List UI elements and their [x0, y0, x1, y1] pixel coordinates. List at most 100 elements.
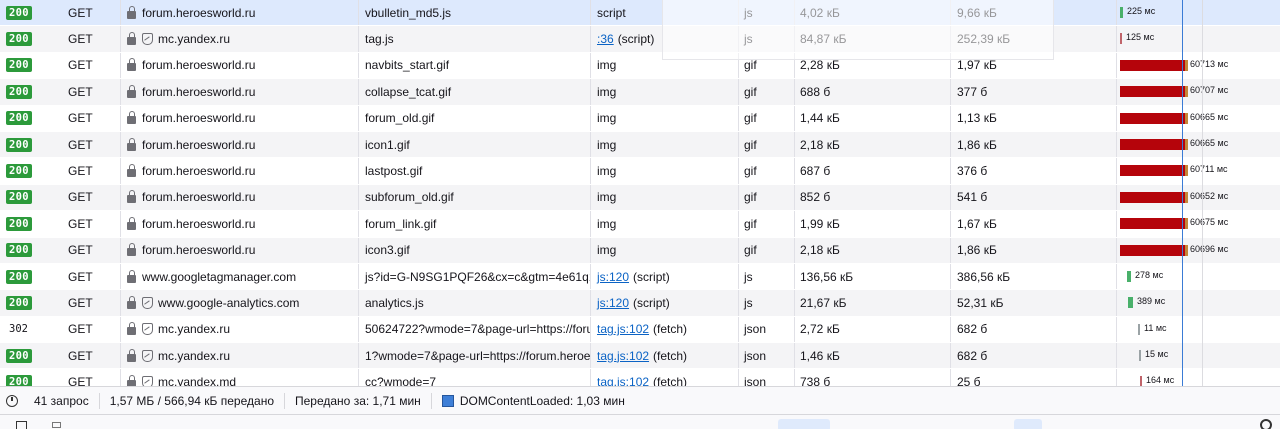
domain-cell: mc.yandex.ru: [120, 343, 358, 369]
transferred: 1,46 кБ: [800, 348, 840, 363]
request-row[interactable]: 200 GET mc.yandex.ru 1?wmode=7&page-url=htt…: [0, 343, 1280, 370]
size: 1,97 кБ: [957, 58, 997, 73]
status-code: 200: [6, 84, 32, 99]
waterfall-blocked-bar: [1120, 59, 1185, 71]
request-row[interactable]: 200 GET forum.heroesworld.ru icon3.gif img gi…: [0, 237, 1280, 264]
size: 682 б: [957, 322, 988, 337]
method: GET: [68, 58, 93, 73]
size-cell: 682 б: [950, 343, 1116, 369]
size: 52,31 кБ: [957, 295, 1004, 310]
initiator-cell: tag.js:102 (fetch): [590, 316, 738, 343]
method: GET: [68, 84, 93, 99]
stopwatch-icon[interactable]: [6, 395, 18, 407]
method-cell: GET: [68, 79, 118, 104]
domain-cell: forum.heroesworld.ru: [120, 79, 358, 105]
waterfall-wait-bar: [1185, 165, 1188, 177]
lock-icon: [127, 295, 136, 309]
waterfall-blocked-bar: [1120, 112, 1185, 124]
waterfall-blocked-bar: [1120, 138, 1185, 150]
domain-cell: forum.heroesworld.ru: [120, 52, 358, 79]
request-row[interactable]: 200 GET forum.heroesworld.ru subforum_old.g…: [0, 184, 1280, 212]
transferred: 2,18 кБ: [800, 137, 840, 152]
type-cell: gif: [738, 158, 794, 184]
size-cell: 376 б: [950, 158, 1116, 184]
file-cell: subforum_old.gif: [358, 184, 590, 211]
waterfall-bar: [1127, 270, 1131, 282]
file-cell: icon3.gif: [358, 237, 590, 263]
type-cell: gif: [738, 211, 794, 237]
method: GET: [68, 269, 93, 284]
initiator-cell: img: [590, 105, 738, 131]
content-type: gif: [744, 58, 757, 73]
method: GET: [68, 243, 93, 258]
waterfall-blocked-bar: [1120, 191, 1185, 203]
file-name: tag.js: [365, 32, 394, 47]
timing-label: 60711 мс: [1190, 164, 1228, 175]
timing-label: 225 мс: [1127, 6, 1156, 16]
initiator-type: img: [597, 137, 617, 152]
initiator-link[interactable]: js:120: [597, 270, 629, 284]
initiator-link[interactable]: tag.js:102: [597, 322, 649, 336]
waterfall-cell: 225 мс: [1116, 0, 1280, 26]
status-cell: 200: [6, 238, 46, 263]
initiator-link[interactable]: js:120: [597, 296, 629, 310]
request-row[interactable]: 200 GET www.google-analytics.com analytics.…: [0, 290, 1280, 317]
initiator-type: img: [597, 216, 617, 231]
method-cell: GET: [68, 211, 118, 236]
content-type: js: [744, 295, 753, 310]
timing-label: 60665 мс: [1190, 111, 1229, 122]
request-row[interactable]: 200 GET forum.heroesworld.ru navbits_start.…: [0, 52, 1280, 80]
request-row[interactable]: 200 GET forum.heroesworld.ru lastpost.gif im…: [0, 158, 1280, 185]
type-cell: json: [738, 343, 794, 369]
status-code: 200: [6, 164, 32, 179]
size: 541 б: [957, 190, 988, 205]
domain: www.googletagmanager.com: [142, 269, 297, 284]
filter-icon[interactable]: [52, 422, 61, 428]
domain-cell: forum.heroesworld.ru: [120, 237, 358, 263]
transferred-cell: 852 б: [794, 184, 950, 211]
request-row[interactable]: 200 GET forum.heroesworld.ru forum_link.gif…: [0, 211, 1280, 238]
method: GET: [68, 216, 93, 231]
transferred-cell: 21,67 кБ: [794, 290, 950, 316]
method: GET: [68, 190, 93, 205]
file-cell: collapse_tcat.gif: [358, 79, 590, 105]
transferred-cell: 136,56 кБ: [794, 263, 950, 290]
timing-label: 15 мс: [1145, 349, 1169, 360]
domain-cell: forum.heroesworld.ru: [120, 0, 358, 26]
initiator-link[interactable]: tag.js:102: [597, 349, 649, 363]
waterfall-bar: [1120, 7, 1123, 18]
request-row[interactable]: 200 GET forum.heroesworld.ru vbulletin_md5.…: [0, 0, 1280, 27]
request-row[interactable]: 200 GET forum.heroesworld.ru icon1.gif img gi…: [0, 131, 1280, 159]
request-row[interactable]: 200GETmc.yandex.rutag.js:36(script)js84,…: [0, 26, 1280, 53]
status-code: 302: [9, 323, 28, 336]
status-code: 200: [6, 348, 32, 363]
status-cell: 200: [6, 264, 46, 289]
domain-cell: forum.heroesworld.ru: [120, 105, 358, 131]
type-cell: gif: [738, 184, 794, 211]
size-cell: 1,86 кБ: [950, 237, 1116, 263]
waterfall-wait-bar: [1185, 244, 1188, 256]
transferred-cell: 1,46 кБ: [794, 343, 950, 369]
transferred-cell: 1,99 кБ: [794, 211, 950, 237]
type-cell: json: [738, 316, 794, 343]
request-row[interactable]: 302 GET mc.yandex.ru 50624722?wmode=7&page-…: [0, 316, 1280, 344]
waterfall-bar: [1128, 297, 1133, 309]
file-name: forum_link.gif: [365, 216, 437, 231]
size-cell: 1,13 кБ: [950, 105, 1116, 131]
tracker-shield-icon: [142, 296, 153, 309]
request-row[interactable]: 200 GET www.googletagmanager.com js?id=G-N9…: [0, 263, 1280, 291]
file-cell: vbulletin_md5.js: [358, 0, 590, 26]
domain: forum.heroesworld.ru: [142, 164, 256, 179]
dcl-time: DOMContentLoaded: 1,03 мин: [432, 387, 635, 415]
timing-label: 125 мс: [1126, 32, 1155, 43]
timing-label: 60665 мс: [1190, 137, 1229, 148]
request-count: 41 запрос: [34, 394, 89, 408]
lock-icon: [127, 269, 136, 283]
request-row[interactable]: 200 GET forum.heroesworld.ru forum_old.gif i…: [0, 105, 1280, 132]
initiator-link[interactable]: :36: [597, 32, 614, 46]
initiator-cell: js:120 (script): [590, 290, 738, 316]
waterfall-blocked-bar: [1120, 86, 1185, 98]
file-name: js?id=G-N9SG1PQF26&cx=c&gtm=4e61q1: [365, 269, 590, 284]
waterfall-cell: 278 мс: [1116, 263, 1280, 290]
request-row[interactable]: 200 GET forum.heroesworld.ru collapse_tcat.…: [0, 79, 1280, 106]
